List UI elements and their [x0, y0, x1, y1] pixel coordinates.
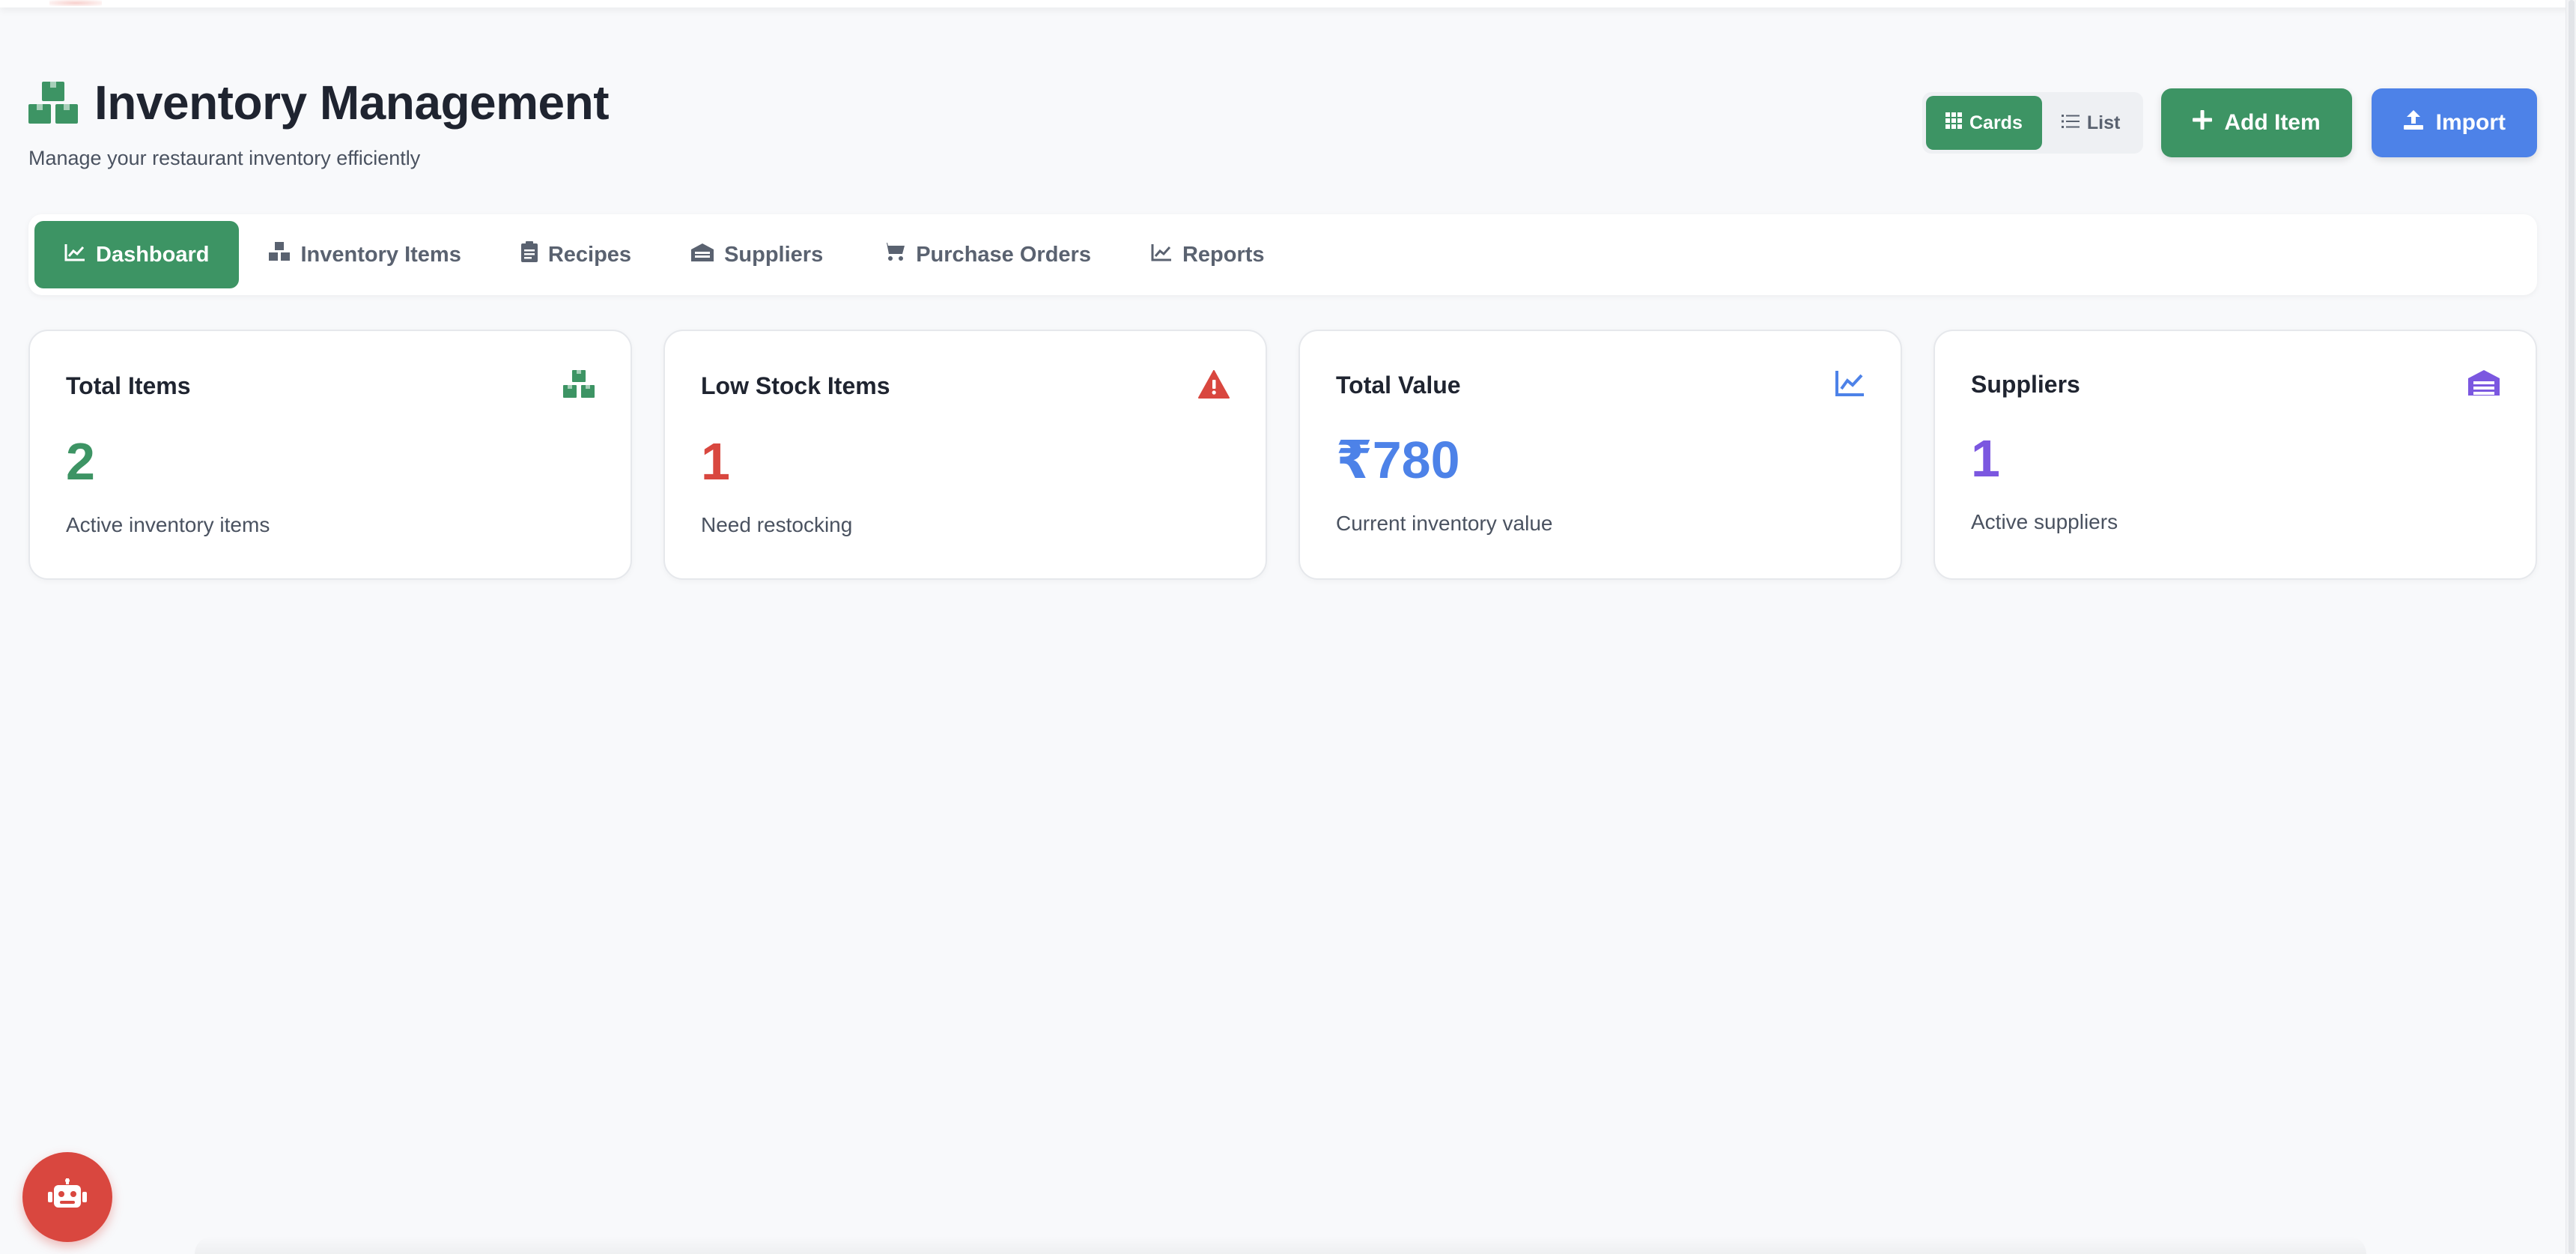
card-description: Need restocking — [701, 513, 853, 536]
scrollbar-thumb[interactable] — [2569, 0, 2575, 1254]
page-scrollbar[interactable] — [2566, 0, 2576, 1254]
tab-label: Purchase Orders — [916, 242, 1091, 267]
card-value: 2 — [66, 432, 95, 491]
chart-line-icon — [64, 243, 85, 267]
total-value-card: Total Value ₹780 Current inventory value — [1298, 330, 1902, 580]
chart-line-icon — [1151, 243, 1172, 267]
page-header: Inventory Management Manage your restaur… — [28, 75, 2537, 187]
warehouse-icon — [2468, 370, 2500, 399]
suppliers-card: Suppliers 1 Active suppliers — [1933, 330, 2537, 580]
card-description: Current inventory value — [1336, 512, 1553, 535]
tab-inventory-items[interactable]: Inventory Items — [239, 221, 490, 288]
tab-reports[interactable]: Reports — [1121, 221, 1295, 288]
grid-icon — [1945, 112, 1962, 134]
tab-recipes[interactable]: Recipes — [491, 221, 661, 288]
card-title: Total Items — [66, 372, 191, 399]
tab-label: Inventory Items — [300, 242, 461, 267]
boxes-icon — [563, 370, 595, 402]
card-description: Active inventory items — [66, 513, 270, 536]
stat-cards: Total Items 2 Active inventory items Low… — [28, 330, 2537, 580]
robot-icon — [48, 1178, 87, 1217]
cards-view-button[interactable]: Cards — [1926, 96, 2042, 150]
add-item-button[interactable]: Add Item — [2161, 88, 2352, 157]
card-title: Total Value — [1336, 372, 1461, 399]
assistant-button[interactable] — [22, 1152, 112, 1242]
boxes-icon — [28, 80, 78, 125]
clipboard-icon — [520, 241, 538, 268]
cards-view-label: Cards — [1969, 112, 2023, 133]
add-item-label: Add Item — [2224, 110, 2321, 135]
plus-icon — [2193, 110, 2213, 136]
header-actions: Cards List Add Item Import — [1922, 88, 2537, 157]
card-title: Suppliers — [1971, 371, 2080, 398]
list-view-button[interactable]: List — [2042, 96, 2139, 150]
tab-purchase-orders[interactable]: Purchase Orders — [853, 221, 1121, 288]
list-icon — [2061, 112, 2080, 134]
card-title: Low Stock Items — [701, 372, 890, 399]
import-button[interactable]: Import — [2371, 88, 2537, 157]
tab-suppliers[interactable]: Suppliers — [661, 221, 853, 288]
boxes-icon — [269, 242, 291, 267]
cart-icon — [883, 242, 905, 267]
total-items-card: Total Items 2 Active inventory items — [28, 330, 632, 580]
view-toggle: Cards List — [1922, 92, 2144, 154]
tab-label: Suppliers — [724, 242, 824, 267]
import-label: Import — [2435, 110, 2506, 135]
card-description: Active suppliers — [1971, 510, 2118, 533]
main-tabs: Dashboard Inventory Items Recipes Suppli… — [28, 214, 2537, 295]
card-value: ₹780 — [1336, 431, 1460, 489]
tab-label: Dashboard — [96, 242, 210, 267]
tab-label: Recipes — [547, 242, 632, 267]
tab-dashboard[interactable]: Dashboard — [34, 221, 240, 288]
card-value: 1 — [1971, 429, 2000, 488]
chart-line-icon — [1835, 370, 1865, 401]
low-stock-card: Low Stock Items 1 Need restocking — [663, 330, 1267, 580]
warehouse-icon — [691, 243, 714, 267]
page-title: Inventory Management — [94, 76, 610, 130]
card-value: 1 — [701, 432, 730, 491]
tab-label: Reports — [1182, 242, 1265, 267]
list-view-label: List — [2086, 112, 2121, 133]
top-bar — [0, 0, 2576, 7]
upload-icon — [2403, 109, 2424, 136]
warning-icon — [1198, 370, 1230, 402]
